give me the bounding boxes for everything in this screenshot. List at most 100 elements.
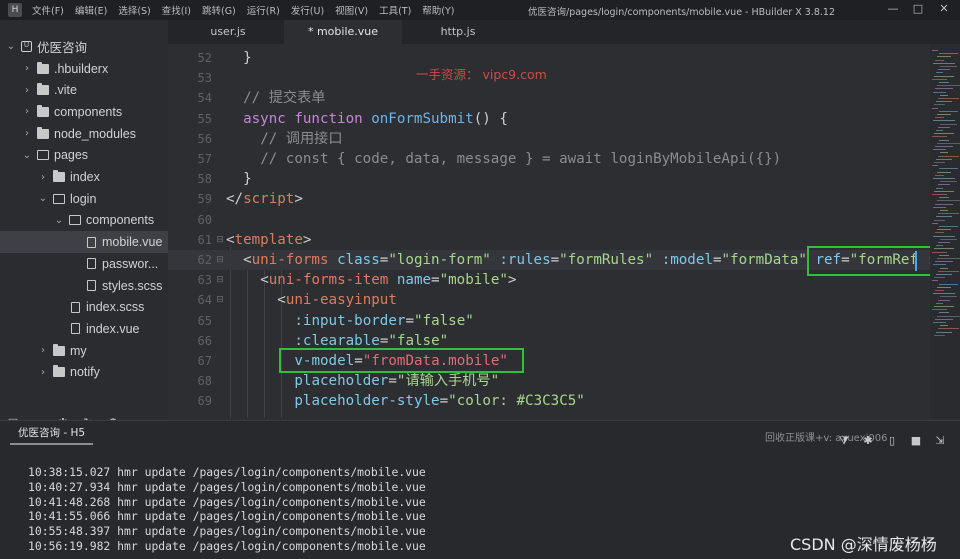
tree-item[interactable]: › notify <box>0 362 168 384</box>
tree-item[interactable]: ⌄ components <box>0 210 168 232</box>
code-line[interactable]: 53 <box>168 68 930 88</box>
code-token: "formRules" <box>559 252 654 268</box>
minimap-line <box>938 213 959 215</box>
folder-icon <box>37 104 49 117</box>
mobile-preview-icon[interactable]: ▯ <box>886 435 898 447</box>
code-line[interactable]: 54 // 提交表单 <box>168 88 930 108</box>
chevron-down-icon[interactable]: ⌄ <box>38 193 48 204</box>
tab-mobile-vue[interactable]: * mobile.vue <box>284 20 402 44</box>
minimap-line <box>938 69 950 71</box>
code-token: "请输入手机号" <box>396 373 500 390</box>
tree-item[interactable]: ⌄ pages <box>0 145 168 167</box>
menu-item[interactable]: 查找(I) <box>162 3 191 17</box>
chevron-down-icon[interactable]: ⌄ <box>6 41 16 52</box>
minimap-line <box>933 322 946 323</box>
code-line[interactable]: 52} <box>168 48 930 68</box>
chevron-right-icon[interactable]: › <box>38 345 48 356</box>
minimap-line <box>939 226 958 227</box>
code-line[interactable]: 69 placeholder-style="color: #C3C3C5" <box>168 391 930 411</box>
tree-item[interactable]: › my <box>0 340 168 362</box>
bug-icon[interactable]: ✱ <box>862 435 874 447</box>
minimap[interactable] <box>930 44 960 418</box>
minimize-button[interactable]: — <box>886 2 900 16</box>
code-line[interactable]: 65:input-border="false" <box>168 311 930 331</box>
code-line[interactable]: 55 async function onFormSubmit() { <box>168 109 930 129</box>
tree-item-label: index <box>70 170 100 185</box>
tree-item[interactable]: index.vue <box>0 318 168 340</box>
fold-toggle-icon[interactable]: ⊟ <box>215 290 225 310</box>
minimap-line <box>934 104 945 106</box>
chevron-right-icon[interactable]: › <box>22 85 32 96</box>
minimap-line <box>938 126 950 128</box>
chevron-right-icon[interactable]: › <box>38 367 48 378</box>
minimap-line <box>932 251 947 253</box>
code-line[interactable]: 60 <box>168 210 930 230</box>
menu-item[interactable]: 帮助(Y) <box>422 3 454 17</box>
code-text: // const { code, data, message } = await… <box>260 149 781 169</box>
chevron-down-icon[interactable]: ⌄ <box>22 150 32 161</box>
export-icon[interactable]: ⇲ <box>934 435 946 447</box>
code-line[interactable]: 64 ⊟ <uni-easyinput <box>168 290 930 310</box>
tree-item[interactable]: ⌄ U 优医咨询 <box>0 36 168 58</box>
tree-item[interactable]: › .hbuilderx <box>0 58 168 80</box>
minimap-line <box>938 98 959 99</box>
minimap-line <box>935 88 953 90</box>
tree-item[interactable]: styles.scss <box>0 275 168 297</box>
chevron-right-icon[interactable]: › <box>22 106 32 117</box>
minimap-line <box>933 235 955 237</box>
window-title: 优医咨询/pages/login/components/mobile.vue -… <box>528 7 836 18</box>
code-token: "login-form" <box>388 252 491 268</box>
tab-http-js[interactable]: http.js <box>408 20 508 44</box>
stop-icon[interactable]: ■ <box>910 435 922 447</box>
tree-item[interactable]: mobile.vue <box>0 231 168 253</box>
chevron-right-icon[interactable]: › <box>22 63 32 74</box>
minimap-line <box>934 219 945 221</box>
file-icon <box>71 323 80 335</box>
tree-item[interactable]: › index <box>0 166 168 188</box>
menu-item[interactable]: 运行(R) <box>247 3 280 17</box>
tree-item-label: login <box>70 191 97 206</box>
menu-item[interactable]: 跳转(G) <box>202 3 236 17</box>
minimap-line <box>936 130 943 131</box>
menu-item[interactable]: 编辑(E) <box>75 3 107 17</box>
menu-item[interactable]: 发行(U) <box>291 3 324 17</box>
console-tab[interactable]: 优医咨询 - H5 <box>10 421 94 445</box>
menu-item[interactable]: 视图(V) <box>335 3 368 17</box>
fold-toggle-icon[interactable]: ⊟ <box>215 250 225 270</box>
code-line[interactable]: 58} <box>168 169 930 189</box>
tree-item[interactable]: › components <box>0 101 168 123</box>
chevron-right-icon[interactable]: › <box>22 128 32 139</box>
minimap-line <box>939 283 958 285</box>
menu-item[interactable]: 工具(T) <box>379 3 411 17</box>
file-icon <box>87 280 96 292</box>
line-number: 53 <box>197 71 212 86</box>
tree-item[interactable]: › .vite <box>0 79 168 101</box>
minimap-line <box>940 181 957 183</box>
code-token: :input-border <box>294 312 406 329</box>
line-number: 68 <box>197 374 212 389</box>
code-token: "false" <box>388 332 449 349</box>
fold-toggle-icon[interactable]: ⊟ <box>215 270 225 290</box>
tab-user-js[interactable]: user.js <box>178 20 278 44</box>
code-line[interactable]: 56 // 调用接口 <box>168 129 930 149</box>
chevron-right-icon[interactable]: › <box>38 172 48 183</box>
code-token: "formData" <box>721 252 807 268</box>
tree-item[interactable]: passwor... <box>0 253 168 275</box>
tree-item[interactable]: ⌄ login <box>0 188 168 210</box>
close-window-button[interactable]: ✕ <box>937 2 951 16</box>
tree-item[interactable]: › node_modules <box>0 123 168 145</box>
fold-toggle-icon[interactable]: ⊟ <box>215 230 225 250</box>
chevron-down-icon[interactable]: ⌄ <box>54 215 64 226</box>
menu-item[interactable]: 文件(F) <box>32 3 64 17</box>
code-line[interactable]: 59 </script> <box>168 189 930 209</box>
menu-item[interactable]: 选择(S) <box>118 3 150 17</box>
filter-icon[interactable]: ⧩ <box>838 435 850 447</box>
code-line[interactable]: 57 // const { code, data, message } = awa… <box>168 149 930 169</box>
tree-item-label: node_modules <box>54 126 137 141</box>
code-line[interactable]: 68 placeholder="请输入手机号" <box>168 371 930 391</box>
tree-item[interactable]: index.scss <box>0 296 168 318</box>
maximize-button[interactable]: □ <box>911 2 925 16</box>
code-token: > <box>507 272 517 289</box>
code-text: // 提交表单 <box>243 88 325 108</box>
line-number: 60 <box>197 212 212 227</box>
